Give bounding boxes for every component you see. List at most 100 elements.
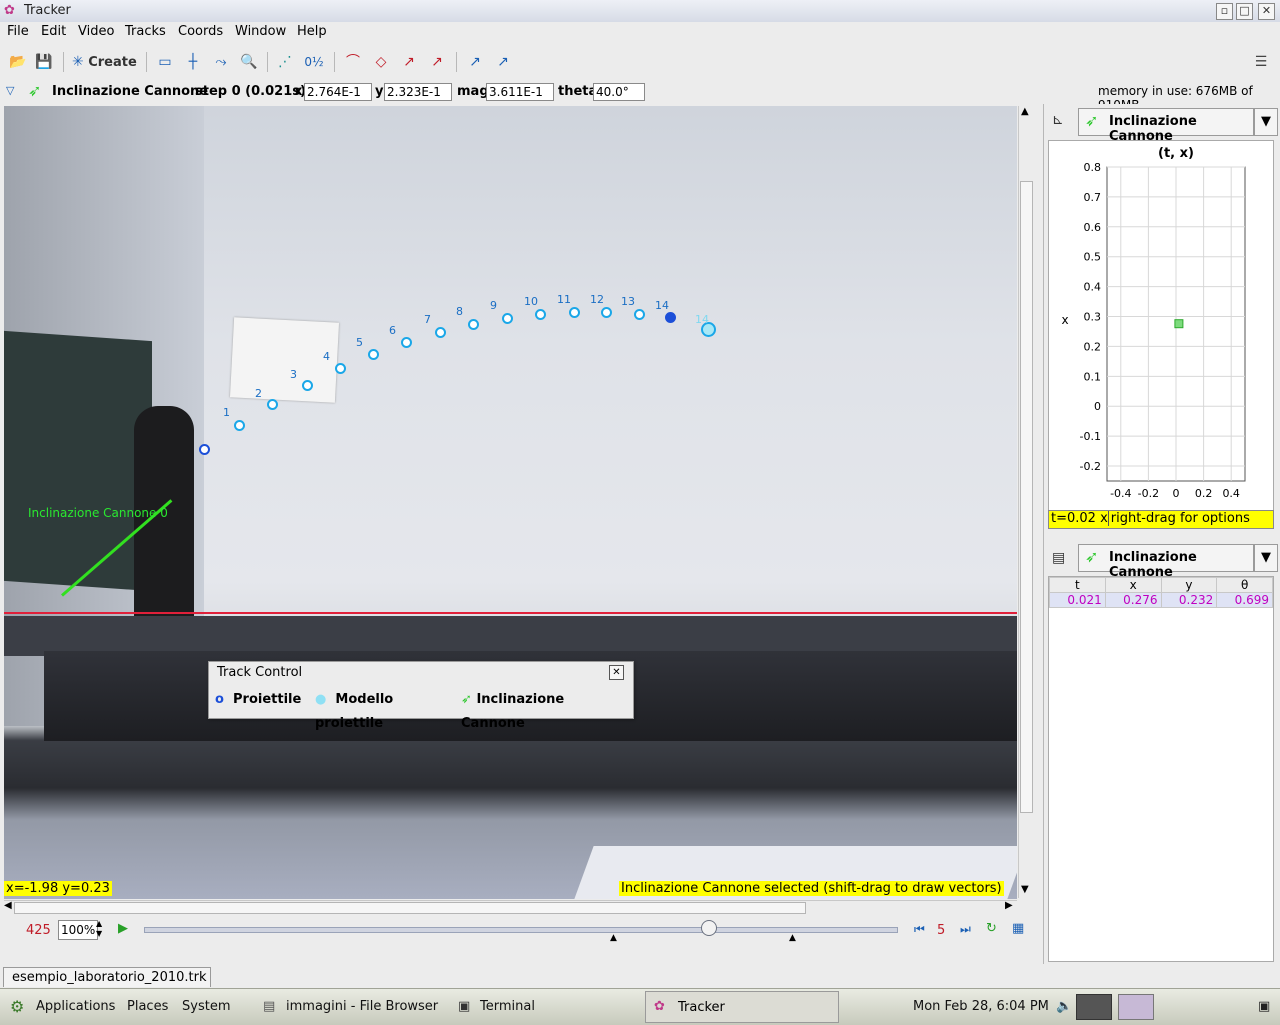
menu-window[interactable]: Window [235, 24, 286, 39]
track-name[interactable]: Inclinazione Cannone [52, 84, 208, 99]
trajectory-point[interactable] [435, 327, 446, 338]
menu-file[interactable]: File [7, 24, 29, 39]
save-icon[interactable]: 💾 [32, 50, 56, 74]
trajectory-point[interactable] [199, 444, 210, 455]
video-view[interactable]: Inclinazione Cannone 0 1 2 3 4 5 6 7 8 9… [4, 106, 1017, 899]
workspace-1-icon[interactable] [1076, 994, 1112, 1020]
menu-video[interactable]: Video [78, 24, 114, 39]
file-tab[interactable]: esempio_laboratorio_2010.trk [3, 967, 211, 987]
velocity-icon[interactable]: ↗ [398, 50, 420, 74]
video-slider-track[interactable] [144, 927, 898, 933]
open-folder-icon[interactable]: 📂 [6, 50, 30, 74]
center-of-mass-icon[interactable]: ↗ [464, 50, 486, 74]
step-forward-icon[interactable]: ⏭ [960, 922, 971, 937]
path-icon[interactable]: ⤳ [210, 50, 232, 74]
trail-icon[interactable]: ⋰ [274, 50, 296, 74]
trajectory-point[interactable] [267, 399, 278, 410]
trajectory-point[interactable] [468, 319, 479, 330]
places-menu[interactable]: Places [127, 999, 168, 1014]
menu-edit[interactable]: Edit [41, 24, 66, 39]
scroll-left-icon[interactable]: ◀ [4, 900, 12, 911]
start-marker-icon[interactable]: ▲ [610, 933, 617, 943]
taskbar-file-browser[interactable]: immagini - File Browser [286, 999, 438, 1014]
theta-field[interactable]: 40.0° [593, 83, 645, 101]
axes-icon[interactable]: ┼ [182, 50, 204, 74]
frame-number[interactable]: 425 [26, 923, 51, 938]
plot-track-dropdown[interactable]: ➶ Inclinazione Cannone [1078, 108, 1254, 144]
acceleration-icon[interactable]: ↗ [426, 50, 448, 74]
scroll-thumb[interactable] [14, 902, 806, 914]
table-cell[interactable]: 0.699 [1216, 592, 1273, 608]
create-button[interactable]: ✳ Create [72, 50, 138, 74]
scroll-right-icon[interactable]: ▶ [1005, 900, 1013, 911]
table-header-x[interactable]: x [1104, 577, 1162, 593]
trajectory-point[interactable] [302, 380, 313, 391]
menu-help[interactable]: Help [297, 24, 327, 39]
table-view-icon[interactable]: ▤ [1052, 550, 1065, 566]
applications-menu[interactable]: Applications [36, 999, 115, 1014]
scroll-thumb[interactable] [1020, 181, 1033, 813]
zoom-field[interactable]: 100% [58, 920, 98, 940]
system-menu[interactable]: System [182, 999, 230, 1014]
scroll-up-icon[interactable]: ▲ [1021, 106, 1029, 117]
video-slider-knob[interactable] [701, 920, 717, 936]
plot-svg[interactable]: (t, x) x 0.8 0.7 0.6 0.5 0.4 0.3 0.2 0.1 0 -0.1 -0.2… [1049, 141, 1273, 511]
table-cell[interactable]: 0.021 [1049, 592, 1106, 608]
gnome-foot-icon[interactable]: ⚙ [10, 997, 24, 1016]
table-row[interactable]: 0.021 0.276 0.232 0.699 [1049, 592, 1273, 608]
clip-settings-icon[interactable]: ▦ [1012, 921, 1024, 936]
trajectory-point[interactable] [535, 309, 546, 320]
close-icon[interactable]: ✕ [609, 665, 624, 680]
chevron-down-icon[interactable]: ▼ [1254, 544, 1278, 572]
end-marker-icon[interactable]: ▲ [789, 933, 796, 943]
video-vertical-scrollbar[interactable]: ▲ ▼ [1018, 106, 1033, 898]
scroll-down-icon[interactable]: ▼ [1021, 884, 1029, 895]
mag-field[interactable]: 3.611E-1 [486, 83, 554, 101]
volume-icon[interactable]: 🔈 [1056, 999, 1072, 1014]
position-icon[interactable]: ◇ [370, 50, 392, 74]
step-back-icon[interactable]: ⏮ [914, 922, 925, 937]
trajectory-point[interactable] [335, 363, 346, 374]
maximize-icon[interactable]: □ [1236, 3, 1253, 20]
x-axis-line[interactable] [4, 612, 1017, 614]
y-field[interactable]: 2.323E-1 [384, 83, 452, 101]
labels-icon[interactable]: 0½ [302, 50, 326, 74]
zoom-stepper-icon[interactable]: ▲ ▼ [96, 919, 102, 939]
trajectory-point-current[interactable] [665, 312, 676, 323]
taskbar-tracker-button[interactable]: ✿ Tracker [645, 991, 839, 1023]
table-cell[interactable]: 0.276 [1104, 592, 1162, 608]
zoom-icon[interactable]: 🔍 [238, 50, 260, 74]
trace-icon[interactable]: ⌒ [342, 50, 364, 74]
track-button-inclinazione[interactable]: ➶ Inclinazione Cannone [461, 688, 629, 731]
clock[interactable]: Mon Feb 28, 6:04 PM [913, 999, 1049, 1014]
vector-track-icon[interactable]: ➶ [28, 81, 41, 100]
table-track-dropdown[interactable]: ➶ Inclinazione Cannone [1078, 544, 1254, 580]
collapse-icon[interactable]: ▽ [6, 84, 14, 97]
play-icon[interactable]: ▶ [118, 921, 128, 936]
minimize-icon[interactable]: ▫ [1216, 3, 1233, 20]
trajectory-point[interactable] [401, 337, 412, 348]
table-header-t[interactable]: t [1049, 577, 1106, 593]
trajectory-point[interactable] [368, 349, 379, 360]
trajectory-point[interactable] [601, 307, 612, 318]
table-header-theta[interactable]: θ [1216, 577, 1273, 593]
menu-tracks[interactable]: Tracks [125, 24, 166, 39]
trajectory-point[interactable] [634, 309, 645, 320]
chevron-down-icon[interactable]: ▼ [1254, 108, 1278, 136]
plot-view-icon[interactable]: ⊾ [1052, 112, 1064, 128]
trajectory-point[interactable] [234, 420, 245, 431]
data-table[interactable]: t x y θ 0.021 0.276 0.232 0.699 [1048, 576, 1274, 962]
close-icon[interactable]: ✕ [1258, 3, 1275, 20]
video-horizontal-scrollbar[interactable]: ◀ ▶ [4, 900, 1017, 914]
calibration-tape-icon[interactable]: ▭ [154, 50, 176, 74]
table-header-y[interactable]: y [1160, 577, 1218, 593]
trajectory-point[interactable] [569, 307, 580, 318]
track-button-modello[interactable]: ● Modello proiettile [315, 688, 455, 731]
momentum-icon[interactable]: ↗ [492, 50, 514, 74]
show-desktop-icon[interactable]: ▣ [1258, 999, 1270, 1014]
x-field[interactable]: 2.764E-1 [304, 83, 372, 101]
taskbar-terminal[interactable]: Terminal [480, 999, 535, 1014]
step-size[interactable]: 5 [937, 923, 945, 938]
menu-coords[interactable]: Coords [178, 24, 223, 39]
trajectory-point[interactable] [502, 313, 513, 324]
